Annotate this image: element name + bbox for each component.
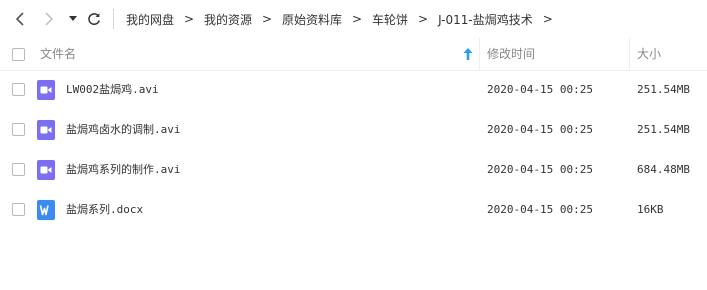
breadcrumb-item-current-folder[interactable]: J-011-盐焗鸡技术 — [430, 11, 541, 28]
caret-down-icon — [69, 16, 77, 21]
select-all-checkbox[interactable] — [12, 48, 25, 61]
file-name[interactable]: LW002盐焗鸡.avi — [66, 70, 159, 110]
file-row[interactable]: 盐焗鸡系列的制作.avi 2020-04-15 00:25 684.48MB — [0, 150, 707, 190]
back-button[interactable] — [9, 8, 31, 30]
video-file-icon — [37, 160, 55, 180]
file-row[interactable]: 盐焗系列.docx 2020-04-15 00:25 16KB — [0, 190, 707, 230]
row-checkbox[interactable] — [12, 163, 25, 176]
row-checkbox[interactable] — [12, 123, 25, 136]
row-checkbox[interactable] — [12, 83, 25, 96]
file-size: 16KB — [637, 203, 664, 216]
forward-button[interactable] — [38, 8, 60, 30]
file-row[interactable]: LW002盐焗鸡.avi 2020-04-15 00:25 251.54MB — [0, 70, 707, 110]
column-divider[interactable] — [479, 38, 480, 70]
file-modified-time: 2020-04-15 00:25 — [487, 123, 593, 136]
column-header-modified[interactable]: 修改时间 — [487, 38, 535, 70]
file-name[interactable]: 盐焗鸡卤水的调制.avi — [66, 110, 181, 150]
file-modified-time: 2020-04-15 00:25 — [487, 163, 593, 176]
sort-up-arrow-icon[interactable] — [462, 47, 474, 61]
breadcrumb-separator: > — [352, 12, 363, 26]
breadcrumb-item-my-drive[interactable]: 我的网盘 — [118, 11, 182, 28]
breadcrumb-separator[interactable]: > — [541, 12, 555, 26]
chevron-right-icon — [45, 12, 54, 26]
breadcrumb-item-my-resources[interactable]: 我的资源 — [196, 11, 260, 28]
file-size: 251.54MB — [637, 123, 690, 136]
breadcrumb-separator: > — [183, 12, 195, 26]
breadcrumb-item-wheel-cake[interactable]: 车轮饼 — [364, 11, 416, 28]
file-list-header: 文件名 修改时间 大小 — [0, 38, 707, 71]
breadcrumb: 我的网盘 > 我的资源 > 原始资料库 > 车轮饼 > J-011-盐焗鸡技术 … — [118, 0, 555, 38]
breadcrumb-separator: > — [262, 12, 273, 26]
video-file-icon — [37, 80, 55, 100]
file-name[interactable]: 盐焗鸡系列的制作.avi — [66, 150, 181, 190]
word-doc-icon — [37, 200, 55, 220]
file-size: 684.48MB — [637, 163, 690, 176]
breadcrumb-item-original-library[interactable]: 原始资料库 — [274, 11, 350, 28]
row-checkbox[interactable] — [12, 203, 25, 216]
toolbar: 我的网盘 > 我的资源 > 原始资料库 > 车轮饼 > J-011-盐焗鸡技术 … — [0, 0, 707, 38]
column-divider[interactable] — [629, 38, 630, 70]
refresh-icon — [88, 13, 100, 25]
file-name[interactable]: 盐焗系列.docx — [66, 190, 143, 230]
refresh-button[interactable] — [83, 8, 105, 30]
file-modified-time: 2020-04-15 00:25 — [487, 83, 593, 96]
file-size: 251.54MB — [637, 83, 690, 96]
column-header-size[interactable]: 大小 — [637, 38, 661, 70]
column-header-name[interactable]: 文件名 — [40, 38, 76, 70]
file-modified-time: 2020-04-15 00:25 — [487, 203, 593, 216]
file-row[interactable]: 盐焗鸡卤水的调制.avi 2020-04-15 00:25 251.54MB — [0, 110, 707, 150]
toolbar-divider — [113, 9, 114, 29]
history-dropdown-button[interactable] — [63, 8, 83, 30]
chevron-left-icon — [15, 12, 24, 26]
video-file-icon — [37, 120, 55, 140]
breadcrumb-separator: > — [418, 12, 429, 26]
